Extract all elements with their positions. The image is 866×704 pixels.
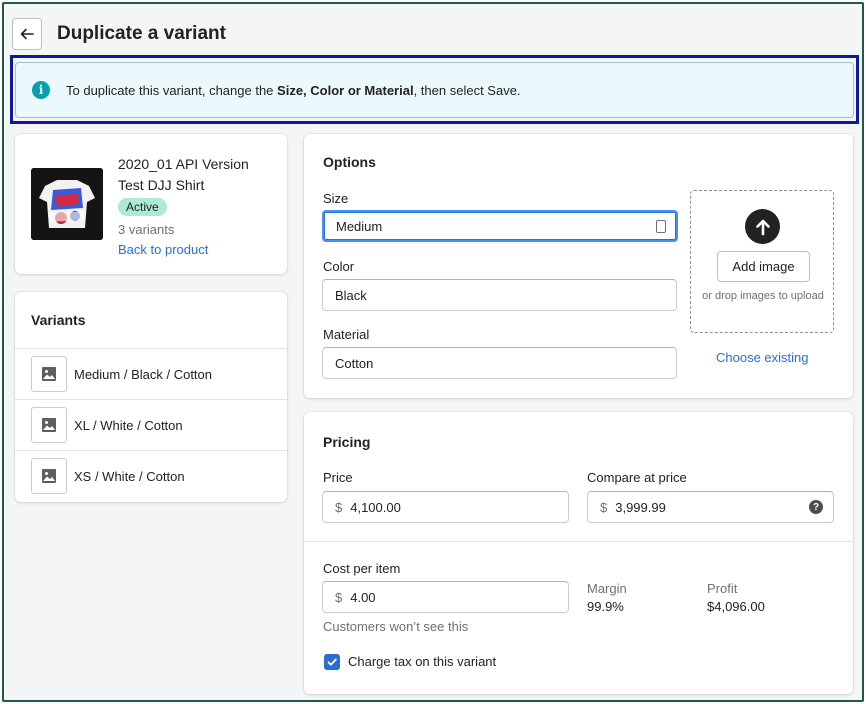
back-to-product-link[interactable]: Back to product [118, 242, 208, 257]
price-input[interactable]: $ 4,100.00 [322, 491, 569, 523]
variant-label: Medium / Black / Cotton [74, 366, 212, 382]
charge-tax-checkbox[interactable] [324, 654, 340, 670]
divider [304, 541, 853, 542]
color-label: Color [323, 259, 355, 274]
image-dropzone[interactable]: Add image or drop images to upload [690, 190, 834, 333]
status-badge: Active [118, 198, 167, 216]
cost-label: Cost per item [323, 561, 401, 576]
variant-count: 3 variants [118, 222, 175, 237]
currency-prefix: $ [335, 499, 343, 515]
cost-help-text: Customers won’t see this [323, 619, 469, 634]
compare-price-label: Compare at price [587, 470, 687, 485]
drop-hint: or drop images to upload [702, 290, 824, 302]
upload-arrow-icon [745, 209, 780, 244]
product-summary-card: 2020_01 API Version Test DJJ Shirt Activ… [15, 134, 287, 274]
profit-value: $4,096.00 [707, 599, 765, 614]
image-placeholder-icon [31, 356, 67, 392]
info-banner: i To duplicate this variant, change the … [15, 62, 854, 118]
options-card: Options Size Medium Color Black Material… [304, 134, 853, 398]
variant-row[interactable]: XS / White / Cotton [15, 450, 287, 501]
size-input[interactable]: Medium [322, 210, 678, 242]
variant-row[interactable]: XL / White / Cotton [15, 399, 287, 450]
size-label: Size [323, 191, 349, 206]
pricing-card: Pricing Price $ 4,100.00 Compare at pric… [304, 412, 853, 694]
page-title: Duplicate a variant [57, 23, 226, 44]
variant-row[interactable]: Medium / Black / Cotton [15, 348, 287, 399]
arrow-left-icon [20, 28, 34, 40]
add-image-button[interactable]: Add image [717, 251, 810, 282]
color-input[interactable]: Black [322, 279, 677, 311]
compare-price-input[interactable]: $ 3,999.99 ? [587, 491, 834, 523]
options-heading: Options [323, 154, 376, 170]
currency-prefix: $ [335, 589, 343, 605]
margin-label: Margin [587, 581, 627, 596]
page-header: Duplicate a variant [12, 17, 226, 51]
variants-card: Variants Medium / Black / Cotton XL / Wh… [15, 292, 287, 502]
banner-text: To duplicate this variant, change the Si… [66, 82, 521, 98]
product-image [31, 168, 103, 240]
material-label: Material [323, 327, 370, 342]
variant-label: XL / White / Cotton [74, 417, 183, 433]
material-input[interactable]: Cotton [322, 347, 677, 379]
checkmark-icon [327, 658, 337, 666]
product-title: 2020_01 API Version Test DJJ Shirt [118, 156, 249, 193]
margin-value: 99.9% [587, 599, 624, 614]
app-frame: Duplicate a variant i To duplicate this … [2, 2, 864, 702]
choose-existing-link[interactable]: Choose existing [716, 350, 809, 365]
price-label: Price [323, 470, 353, 485]
charge-tax-label[interactable]: Charge tax on this variant [348, 654, 496, 669]
image-placeholder-icon [31, 407, 67, 443]
question-mark-icon[interactable]: ? [809, 500, 823, 514]
variant-label: XS / White / Cotton [74, 468, 185, 484]
pricing-heading: Pricing [323, 434, 371, 450]
cost-input[interactable]: $ 4.00 [322, 581, 569, 613]
stepper-icon[interactable] [656, 220, 666, 233]
currency-prefix: $ [600, 499, 608, 515]
info-icon: i [32, 81, 50, 99]
image-placeholder-icon [31, 458, 67, 494]
variants-heading: Variants [31, 312, 86, 328]
back-button[interactable] [12, 18, 42, 50]
profit-label: Profit [707, 581, 738, 596]
